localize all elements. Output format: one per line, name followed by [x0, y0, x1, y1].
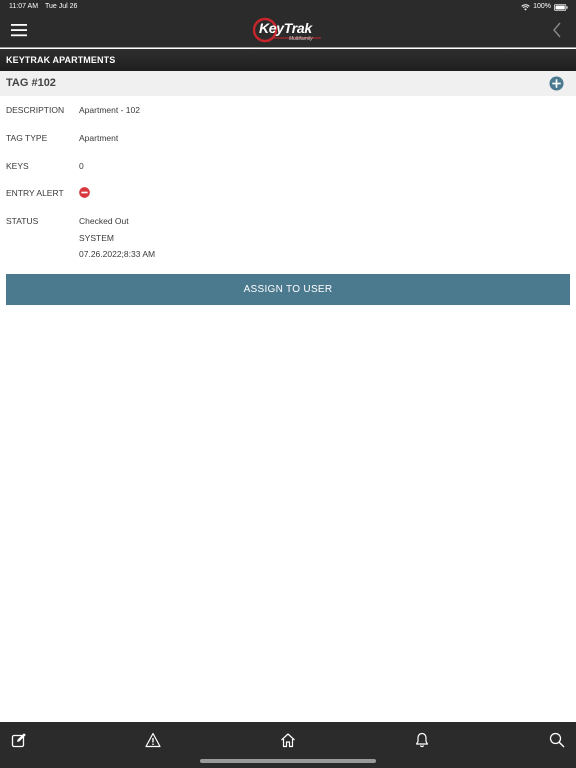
search-icon[interactable] [549, 732, 565, 748]
app: 11:07 AM Tue Jul 26 100% KeyTrak Multifa… [0, 0, 576, 768]
back-icon[interactable] [552, 22, 562, 38]
no-entry-icon [79, 187, 90, 198]
entry-alert-label: ENTRY ALERT [6, 188, 64, 198]
status-time: 11:07 AM [9, 3, 39, 10]
keys-value: 0 [79, 161, 84, 171]
status-user: SYSTEM [79, 232, 114, 243]
tag-title: TAG #102 [6, 77, 56, 89]
menu-icon[interactable] [11, 22, 27, 38]
tag-header: TAG #102 [0, 71, 576, 96]
bell-icon[interactable] [414, 732, 430, 748]
status-label: STATUS [6, 216, 39, 226]
logo-wordmark: KeyTrak [259, 20, 312, 36]
home-indicator [200, 759, 376, 763]
home-icon[interactable] [280, 732, 296, 748]
keytrak-logo: KeyTrak Multifamily [253, 16, 325, 44]
edit-icon[interactable] [11, 732, 27, 748]
status-bar: 11:07 AM Tue Jul 26 100% [0, 0, 576, 14]
add-icon[interactable] [549, 76, 564, 91]
description-label: DESCRIPTION [6, 105, 65, 115]
description-value: Apartment - 102 [79, 105, 140, 115]
status-timestamp: 07.26.2022;8:33 AM [79, 249, 156, 259]
battery-icon [554, 3, 568, 11]
status-date: Tue Jul 26 [45, 3, 78, 10]
battery-text: 100% [533, 3, 551, 10]
wifi-icon [521, 3, 530, 10]
logo-subtitle: Multifamily [289, 36, 313, 42]
status-state: Checked Out [79, 216, 129, 226]
top-header: 11:07 AM Tue Jul 26 100% KeyTrak Multifa… [0, 0, 576, 48]
property-bar: KEYTRAK APARTMENTS [0, 49, 576, 71]
tag-type-label: TAG TYPE [6, 133, 48, 143]
keys-label: KEYS [6, 161, 29, 171]
tag-type-value: Apartment [79, 133, 119, 143]
status-value: Checked Out SYSTEM 07.26.2022;8:33 AM [79, 216, 155, 266]
assign-to-user-button[interactable]: ASSIGN TO USER [6, 274, 570, 305]
warning-icon[interactable] [145, 732, 161, 748]
status-right: 100% [521, 0, 568, 14]
